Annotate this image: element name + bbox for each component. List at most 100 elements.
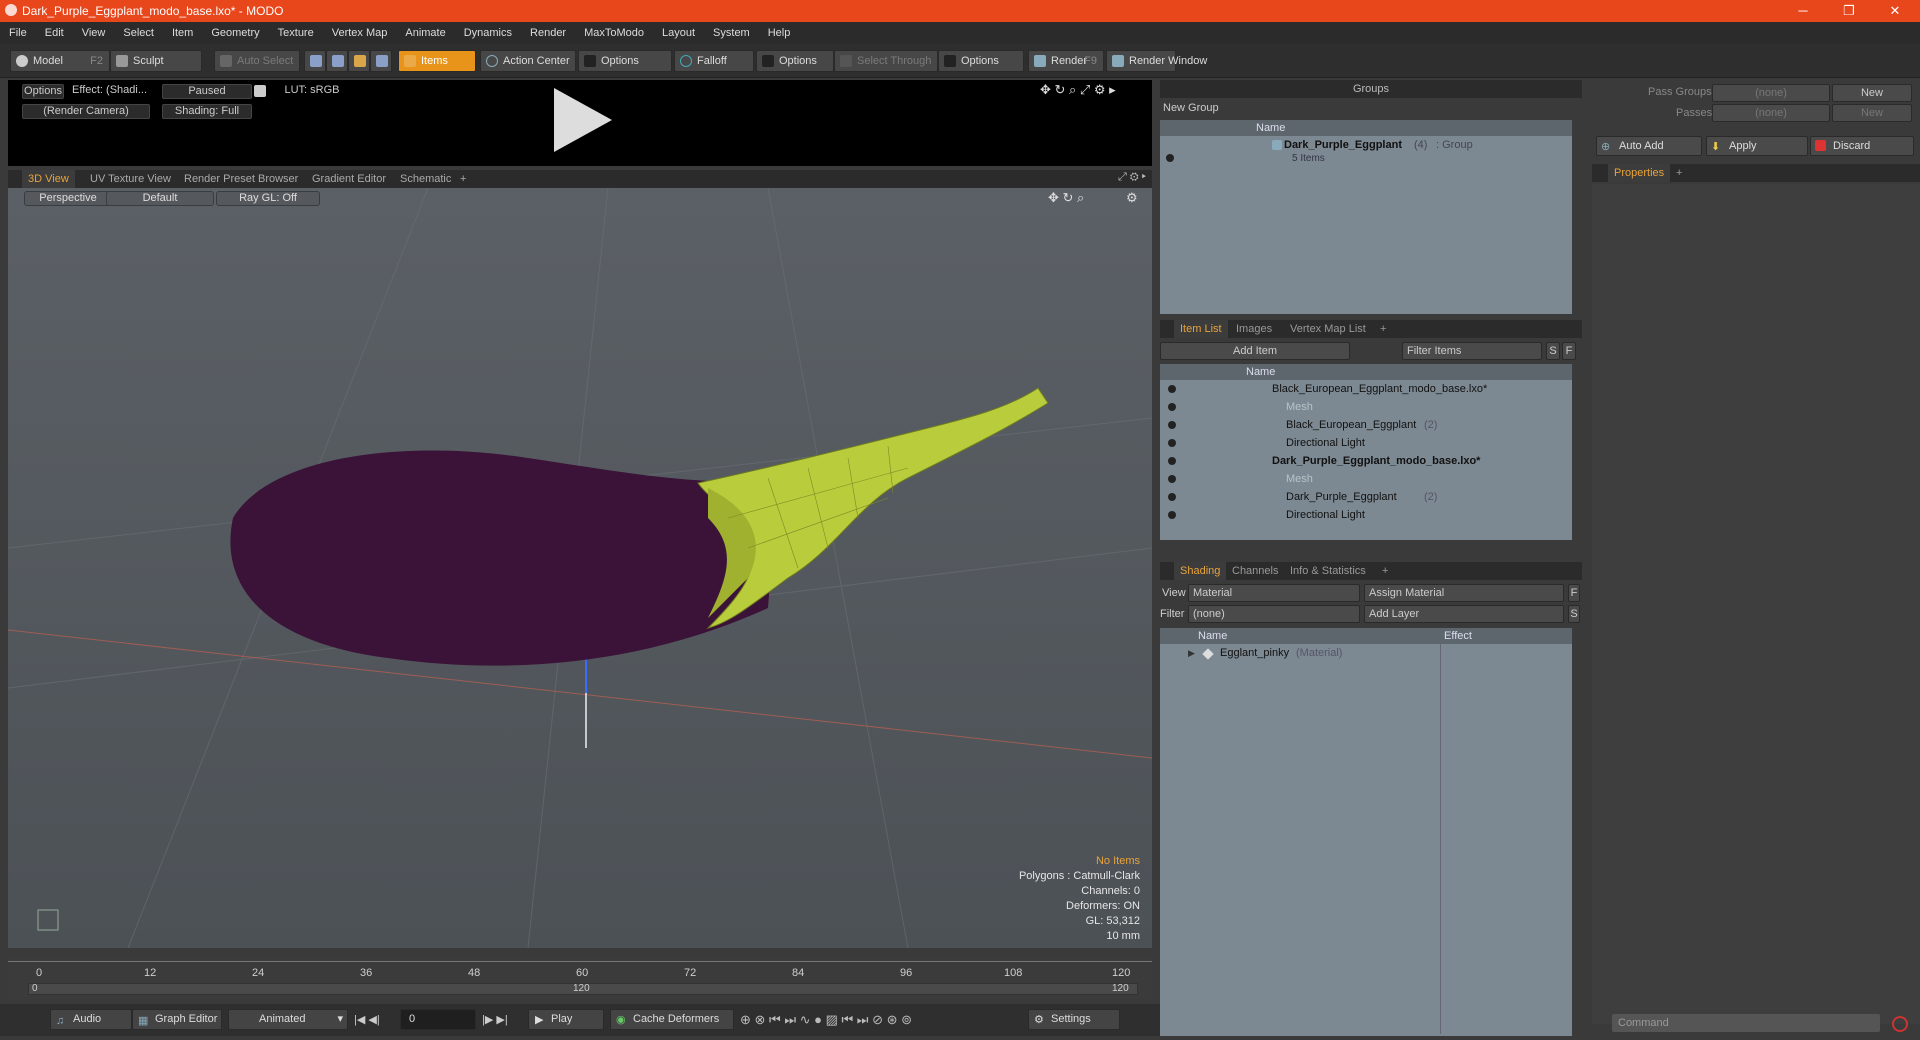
eye-icon[interactable]: [1168, 493, 1176, 501]
filter-dropdown[interactable]: (none): [1188, 605, 1360, 623]
frame-input[interactable]: 0: [400, 1009, 476, 1030]
item-list-row[interactable]: Directional Light: [1160, 434, 1572, 452]
s-button[interactable]: S: [1568, 605, 1580, 623]
menu-animate[interactable]: Animate: [396, 22, 454, 44]
play-preview-icon[interactable]: [546, 84, 616, 156]
eye-icon[interactable]: [1168, 457, 1176, 465]
item-list-tree[interactable]: Name Black_European_Eggplant_modo_base.l…: [1160, 364, 1572, 540]
action-center-options-button[interactable]: Options: [578, 50, 672, 72]
add-tab-button[interactable]: +: [1376, 562, 1394, 580]
s-button[interactable]: S: [1546, 342, 1560, 360]
assign-material-dropdown[interactable]: Assign Material: [1364, 584, 1564, 602]
menu-view[interactable]: View: [73, 22, 115, 44]
transport-rewind-icons[interactable]: |◀ ◀|: [354, 1013, 380, 1026]
tab-schematic[interactable]: Schematic: [394, 170, 457, 188]
filter-items-input[interactable]: Filter Items: [1402, 342, 1542, 360]
command-input[interactable]: Command: [1612, 1014, 1880, 1032]
render-camera-dropdown[interactable]: (Render Camera): [22, 104, 150, 119]
minimize-button[interactable]: ─: [1780, 0, 1826, 22]
materials-mode-button[interactable]: [370, 50, 392, 72]
tab-uv-texture-view[interactable]: UV Texture View: [84, 170, 177, 188]
lut-dropdown[interactable]: LUT: sRGB: [272, 84, 352, 99]
view-dropdown[interactable]: Material: [1188, 584, 1360, 602]
preview-paused-button[interactable]: Paused: [162, 84, 252, 99]
tab-gradient-editor[interactable]: Gradient Editor: [306, 170, 392, 188]
audio-button[interactable]: ♫ Audio: [50, 1009, 132, 1030]
add-layer-dropdown[interactable]: Add Layer: [1364, 605, 1564, 623]
passes-dropdown[interactable]: (none): [1712, 104, 1830, 122]
maximize-button[interactable]: ❐: [1826, 0, 1872, 22]
settings-button[interactable]: ⚙ Settings: [1028, 1009, 1120, 1030]
edges-mode-button[interactable]: [326, 50, 348, 72]
tab-channels[interactable]: Channels: [1226, 562, 1284, 580]
menu-file[interactable]: File: [0, 22, 36, 44]
select-through-options-button[interactable]: Options: [938, 50, 1024, 72]
key-tools-icons[interactable]: ⊕ ⊗ ⏮ ⏭ ∿ ● ▨ ⏮ ⏭ ⊘ ⊛ ⊚: [740, 1012, 912, 1028]
auto-add-button[interactable]: ⊕ Auto Add: [1596, 136, 1702, 156]
new-pass-group-button[interactable]: New: [1832, 84, 1912, 102]
eye-icon[interactable]: [1168, 439, 1176, 447]
menu-render[interactable]: Render: [521, 22, 575, 44]
material-item-name[interactable]: Egglant_pinky: [1220, 644, 1289, 662]
eye-icon[interactable]: [1166, 154, 1174, 162]
preview-nav-icons[interactable]: ✥ ↻ ⌕ ⤢ ⚙ ▸: [1040, 82, 1116, 98]
menu-layout[interactable]: Layout: [653, 22, 704, 44]
render-button[interactable]: Render F9: [1028, 50, 1104, 72]
new-group-button[interactable]: New Group: [1160, 100, 1236, 118]
f-button[interactable]: F: [1562, 342, 1576, 360]
pass-groups-dropdown[interactable]: (none): [1712, 84, 1830, 102]
tab-3d-view[interactable]: 3D View: [22, 170, 75, 188]
tab-render-preset-browser[interactable]: Render Preset Browser: [178, 170, 304, 188]
menu-texture[interactable]: Texture: [269, 22, 323, 44]
close-button[interactable]: ✕: [1872, 0, 1918, 22]
eye-icon[interactable]: [1168, 475, 1176, 483]
add-tab-button[interactable]: +: [454, 170, 472, 188]
tab-vertex-map-list[interactable]: Vertex Map List: [1284, 320, 1372, 338]
add-item-dropdown[interactable]: Add Item: [1160, 342, 1350, 360]
item-list-row[interactable]: Mesh: [1160, 398, 1572, 416]
falloff-options-button[interactable]: Options: [756, 50, 834, 72]
menu-select[interactable]: Select: [114, 22, 163, 44]
auto-select-button[interactable]: Auto Select: [214, 50, 300, 72]
action-center-button[interactable]: Action Center: [480, 50, 576, 72]
tab-info-statistics[interactable]: Info & Statistics: [1284, 562, 1372, 580]
apply-button[interactable]: ⬇ Apply: [1706, 136, 1808, 156]
timeline[interactable]: 0 12 24 36 48 60 72 84 96 108 120 0 120 …: [8, 955, 1152, 999]
menu-help[interactable]: Help: [759, 22, 800, 44]
3d-viewport[interactable]: Perspective Default Ray GL: Off ✥ ↻ ⌕ ⚙ …: [8, 188, 1152, 948]
shader-tree[interactable]: Name Effect ▶ Egglant_pinky (Material): [1160, 628, 1572, 1036]
play-button[interactable]: ▶ Play: [528, 1009, 604, 1030]
item-list-row[interactable]: Mesh: [1160, 470, 1572, 488]
animated-dropdown[interactable]: Animated ▾: [228, 1009, 348, 1030]
menu-geometry[interactable]: Geometry: [202, 22, 268, 44]
menu-system[interactable]: System: [704, 22, 759, 44]
expand-arrow-icon[interactable]: ▶: [1188, 648, 1195, 659]
tab-images[interactable]: Images: [1230, 320, 1278, 338]
item-list-row[interactable]: Directional Light: [1160, 506, 1572, 524]
falloff-button[interactable]: Falloff: [674, 50, 754, 72]
add-tab-button[interactable]: +: [1374, 320, 1392, 338]
render-window-button[interactable]: Render Window: [1106, 50, 1207, 72]
shading-dropdown[interactable]: Shading: Full: [162, 104, 252, 119]
eye-icon[interactable]: [1168, 385, 1176, 393]
menu-maxtomodo[interactable]: MaxToModo: [575, 22, 653, 44]
eye-icon[interactable]: [1168, 511, 1176, 519]
viewport-tab-controls-icon[interactable]: ⤢ ⚙ ▸: [1118, 171, 1146, 184]
tab-properties[interactable]: Properties: [1608, 164, 1671, 182]
eye-icon[interactable]: [1168, 421, 1176, 429]
sculpt-mode-button[interactable]: Sculpt: [110, 50, 202, 72]
items-mode-button[interactable]: Items: [398, 50, 476, 72]
item-list-row[interactable]: Black_European_Eggplant_modo_base.lxo*: [1160, 380, 1572, 398]
transport-forward-icons[interactable]: |▶ ▶|: [482, 1013, 508, 1026]
item-list-row[interactable]: Dark_Purple_Eggplant_modo_base.lxo*: [1160, 452, 1572, 470]
menu-item[interactable]: Item: [163, 22, 202, 44]
preview-options-button[interactable]: Options: [22, 84, 64, 99]
item-list-row[interactable]: Dark_Purple_Eggplant (2): [1160, 488, 1572, 506]
menu-dynamics[interactable]: Dynamics: [455, 22, 521, 44]
graph-editor-button[interactable]: ▦ Graph Editor: [132, 1009, 222, 1030]
discard-button[interactable]: Discard: [1810, 136, 1914, 156]
preview-effect-dropdown[interactable]: Effect: (Shadi...: [72, 84, 164, 99]
f-button[interactable]: F: [1568, 584, 1580, 602]
add-tab-button[interactable]: +: [1670, 164, 1688, 182]
vertices-mode-button[interactable]: [304, 50, 326, 72]
